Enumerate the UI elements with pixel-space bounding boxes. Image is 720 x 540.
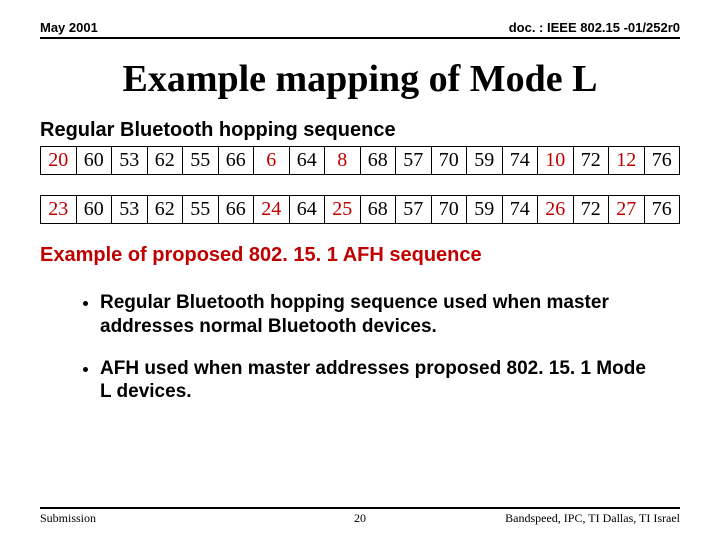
- sequence-cell: 64: [289, 147, 325, 175]
- sequence-cell: 10: [538, 147, 574, 175]
- sequence-cell: 66: [218, 147, 254, 175]
- sequence-cell: 12: [609, 147, 645, 175]
- sequence-cell: 76: [644, 196, 680, 224]
- footer-page-number: 20: [40, 511, 680, 526]
- sequence-cell: 24: [254, 196, 290, 224]
- sequence-cell: 8: [325, 147, 361, 175]
- bullet-item: Regular Bluetooth hopping sequence used …: [100, 291, 650, 339]
- sequence-cell: 55: [183, 147, 219, 175]
- sequence-cell: 68: [360, 147, 396, 175]
- slide-header: May 2001 doc. : IEEE 802.15 -01/252r0: [40, 20, 680, 39]
- sequence-cell: 59: [467, 196, 503, 224]
- sequence-cell: 62: [147, 196, 183, 224]
- sequence-cell: 76: [644, 147, 680, 175]
- sequence-cell: 60: [76, 196, 112, 224]
- slide-footer: Submission 20 Bandspeed, IPC, TI Dallas,…: [40, 507, 680, 526]
- sequence-cell: 62: [147, 147, 183, 175]
- sequence-cell: 25: [325, 196, 361, 224]
- afh-sequence-label: Example of proposed 802. 15. 1 AFH seque…: [40, 244, 680, 267]
- sequence-cell: 70: [431, 196, 467, 224]
- sequence-cell: 74: [502, 196, 538, 224]
- sequence-cell: 26: [538, 196, 574, 224]
- sequence-cell: 53: [112, 196, 148, 224]
- sequence-cell: 23: [41, 196, 77, 224]
- sequence-cell: 72: [573, 196, 609, 224]
- header-date: May 2001: [40, 20, 98, 35]
- sequence-cell: 68: [360, 196, 396, 224]
- slide-title: Example mapping of Mode L: [40, 57, 680, 101]
- afh-sequence-table: 236053625566246425685770597426722776: [40, 195, 680, 224]
- sequence-cell: 20: [41, 147, 77, 175]
- sequence-cell: 27: [609, 196, 645, 224]
- sequence-cell: 70: [431, 147, 467, 175]
- sequence-cell: 72: [573, 147, 609, 175]
- header-doc-id: doc. : IEEE 802.15 -01/252r0: [509, 20, 680, 35]
- sequence-cell: 60: [76, 147, 112, 175]
- regular-sequence-label: Regular Bluetooth hopping sequence: [40, 119, 680, 142]
- sequence-cell: 57: [396, 196, 432, 224]
- bullet-list: Regular Bluetooth hopping sequence used …: [40, 291, 680, 404]
- sequence-cell: 6: [254, 147, 290, 175]
- regular-sequence-table: 2060536255666648685770597410721276: [40, 146, 680, 175]
- sequence-cell: 57: [396, 147, 432, 175]
- bullet-item: AFH used when master addresses proposed …: [100, 357, 650, 405]
- sequence-cell: 74: [502, 147, 538, 175]
- sequence-cell: 59: [467, 147, 503, 175]
- sequence-cell: 53: [112, 147, 148, 175]
- sequence-cell: 64: [289, 196, 325, 224]
- sequence-cell: 66: [218, 196, 254, 224]
- sequence-cell: 55: [183, 196, 219, 224]
